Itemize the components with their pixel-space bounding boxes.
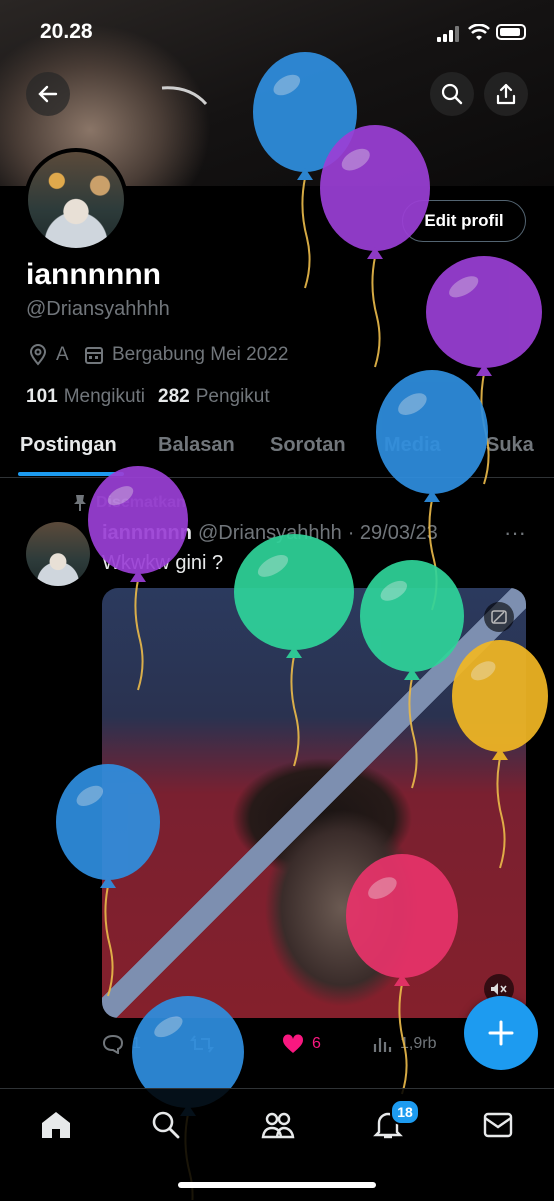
location-text: A [56, 344, 69, 365]
nav-communities[interactable] [258, 1105, 298, 1145]
profile-avatar[interactable] [24, 148, 128, 252]
like-count: 6 [312, 1035, 321, 1052]
nav-messages[interactable] [478, 1105, 518, 1145]
status-time: 20.28 [40, 20, 93, 43]
views-button[interactable]: 1,9rb [372, 1034, 436, 1054]
like-button[interactable]: 6 [282, 1034, 321, 1054]
views-count: 1,9rb [400, 1035, 437, 1052]
search-button[interactable] [430, 72, 474, 116]
post-author-name[interactable]: iannnnnn [102, 522, 192, 545]
nav-home[interactable] [36, 1105, 76, 1145]
joined-text: Bergabung Mei 2022 [112, 344, 289, 365]
following-link[interactable]: 101 Mengikuti [26, 386, 145, 408]
repost-icon [190, 1035, 214, 1053]
captions-icon[interactable] [484, 602, 514, 632]
arrow-left-icon [38, 85, 58, 103]
notification-badge: 18 [390, 1099, 420, 1125]
display-name: iannnnnn [26, 258, 161, 291]
following-count: 101 [26, 386, 58, 407]
reply-count: 1 [132, 1035, 141, 1052]
reply-icon [102, 1034, 124, 1054]
tab-posts[interactable]: Postingan [20, 434, 117, 457]
post-header: iannnnnn @Driansyahhhh · 29/03/23 [102, 522, 438, 545]
messages-icon [483, 1112, 513, 1138]
post-date[interactable]: · 29/03/23 [348, 522, 438, 545]
location-row: A [28, 344, 69, 366]
search-icon [152, 1111, 180, 1139]
tab-highlights[interactable]: Sorotan [270, 434, 346, 457]
status-bar: 20.28 [0, 0, 554, 64]
calendar-icon [85, 347, 103, 364]
edit-profile-button[interactable]: Edit profil [402, 200, 526, 242]
nav-search[interactable] [146, 1105, 186, 1145]
pinned-indicator: Disematkan [72, 494, 186, 512]
location-icon [29, 344, 47, 366]
post-text: Wkwkw gini ? [102, 552, 224, 574]
following-label: Mengikuti [63, 386, 146, 407]
active-tab-indicator [18, 472, 124, 476]
compose-post-button[interactable] [464, 996, 538, 1070]
back-button[interactable] [26, 72, 70, 116]
heart-icon [282, 1034, 304, 1053]
nav-notifications[interactable]: 18 [368, 1099, 420, 1145]
wifi-icon [468, 24, 490, 40]
pinned-label: Disematkan [96, 494, 186, 511]
post-video[interactable] [102, 588, 526, 1018]
followers-link[interactable]: 282 Pengikut [158, 386, 270, 408]
home-indicator [178, 1182, 376, 1188]
profile-handle: @Driansyahhhh [26, 298, 170, 320]
plus-icon [488, 1020, 514, 1046]
share-icon [496, 83, 516, 105]
battery-icon [496, 24, 526, 40]
repost-button[interactable] [190, 1034, 222, 1054]
search-icon [441, 83, 463, 105]
tab-replies[interactable]: Balasan [158, 434, 235, 457]
tab-likes[interactable]: Suka [486, 434, 534, 457]
joined-row: Bergabung Mei 2022 [84, 344, 288, 366]
home-icon [42, 1112, 70, 1138]
communities-icon [261, 1112, 295, 1139]
share-button[interactable] [484, 72, 528, 116]
pin-icon [74, 495, 86, 511]
tabs-divider [0, 477, 554, 478]
followers-count: 282 [158, 386, 190, 407]
views-icon [373, 1038, 392, 1052]
signal-icon [437, 26, 461, 42]
followers-label: Pengikut [195, 386, 270, 407]
tab-media[interactable]: Media [384, 434, 441, 457]
balloon [376, 370, 488, 611]
post-more-button[interactable]: ··· [504, 520, 526, 546]
post-avatar[interactable] [26, 522, 90, 586]
reply-button[interactable]: 1 [102, 1034, 141, 1054]
post-author-handle: @Driansyahhhh [197, 522, 342, 544]
